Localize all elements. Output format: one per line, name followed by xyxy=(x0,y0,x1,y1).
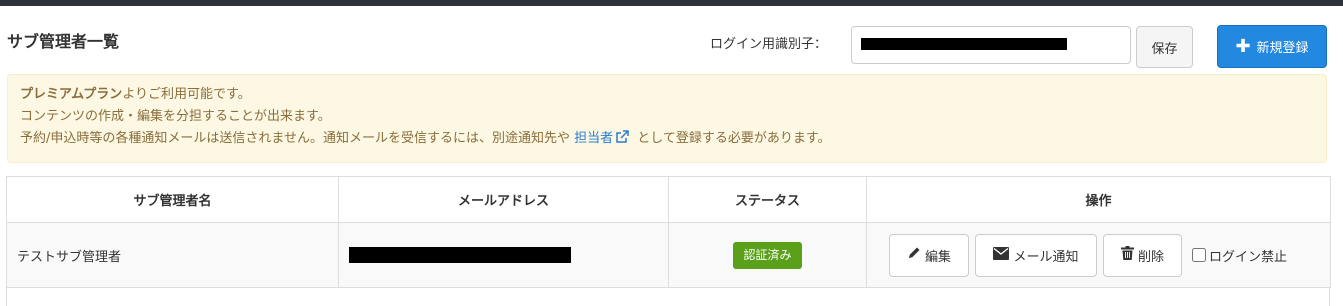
admin-name: テストサブ管理者 xyxy=(6,222,339,288)
redacted-email xyxy=(349,247,571,263)
alert-line-2: コンテンツの作成・編集を分担することが出来ます。 xyxy=(20,109,331,124)
plan-name: プレミアムプラン xyxy=(20,87,123,102)
person-in-charge-link[interactable]: 担当者 xyxy=(574,130,633,146)
table-bottom-row xyxy=(6,288,1330,306)
save-button[interactable]: 保存 xyxy=(1136,26,1193,68)
page-title: サブ管理者一覧 xyxy=(7,32,120,51)
new-register-button[interactable]: ✚ 新規登録 xyxy=(1217,25,1327,68)
edit-button[interactable]: 編集 xyxy=(889,233,969,277)
admin-status-cell: 認証済み xyxy=(668,222,867,288)
alert-line-3: 予約/申込時等の各種通知メールは送信されません。通知メールを受信するには、別途通… xyxy=(20,128,1314,152)
pencil-icon xyxy=(907,246,921,264)
plus-icon: ✚ xyxy=(1235,35,1251,57)
mail-notify-button[interactable]: メール通知 xyxy=(975,233,1097,277)
login-ban-toggle[interactable]: ログイン禁止 xyxy=(1192,246,1287,265)
new-register-label: 新規登録 xyxy=(1256,41,1309,56)
redacted-login-id xyxy=(861,38,1067,50)
mail-notify-label: メール通知 xyxy=(1013,249,1079,265)
person-in-charge-link-label: 担当者 xyxy=(574,131,614,146)
admin-email-cell xyxy=(338,222,669,288)
delete-label: 削除 xyxy=(1137,249,1164,265)
login-id-label: ログイン用識別子： xyxy=(710,37,828,52)
delete-button[interactable]: 削除 xyxy=(1103,233,1182,277)
login-id-input[interactable] xyxy=(851,26,1131,64)
top-bar xyxy=(0,0,1343,6)
alert-line-1: プレミアムプランよりご利用可能です。 xyxy=(20,84,1314,106)
sub-admin-table: サブ管理者名 メールアドレス ステータス 操作 テストサブ管理者 認証済み 編集 xyxy=(6,176,1331,288)
alert-line-3-before: 予約/申込時等の各種通知メールは送信されません。通知メールを受信するには、別途通… xyxy=(20,131,570,146)
table-row: テストサブ管理者 認証済み 編集 メール通知 削除 ログイン禁止 xyxy=(6,222,1331,288)
login-ban-checkbox[interactable] xyxy=(1192,248,1206,262)
status-badge: 認証済み xyxy=(733,241,802,269)
envelope-icon xyxy=(993,246,1010,264)
alert-line-3-after: として登録する必要があります。 xyxy=(637,131,831,146)
plan-notice-alert: プレミアムプランよりご利用可能です。 コンテンツの作成・編集を分担することが出来… xyxy=(7,74,1327,163)
trash-icon xyxy=(1120,246,1134,264)
table-header-row: サブ管理者名 メールアドレス ステータス 操作 xyxy=(6,176,1331,223)
header-email: メールアドレス xyxy=(338,176,669,223)
login-ban-label: ログイン禁止 xyxy=(1209,249,1288,265)
external-link-icon xyxy=(615,130,629,152)
header-name: サブ管理者名 xyxy=(6,176,339,223)
header-actions: 操作 xyxy=(866,176,1331,223)
edit-label: 編集 xyxy=(924,249,951,265)
admin-actions-cell: 編集 メール通知 削除 ログイン禁止 xyxy=(866,222,1331,288)
plan-suffix: よりご利用可能です。 xyxy=(122,87,251,102)
header-status: ステータス xyxy=(668,176,867,223)
